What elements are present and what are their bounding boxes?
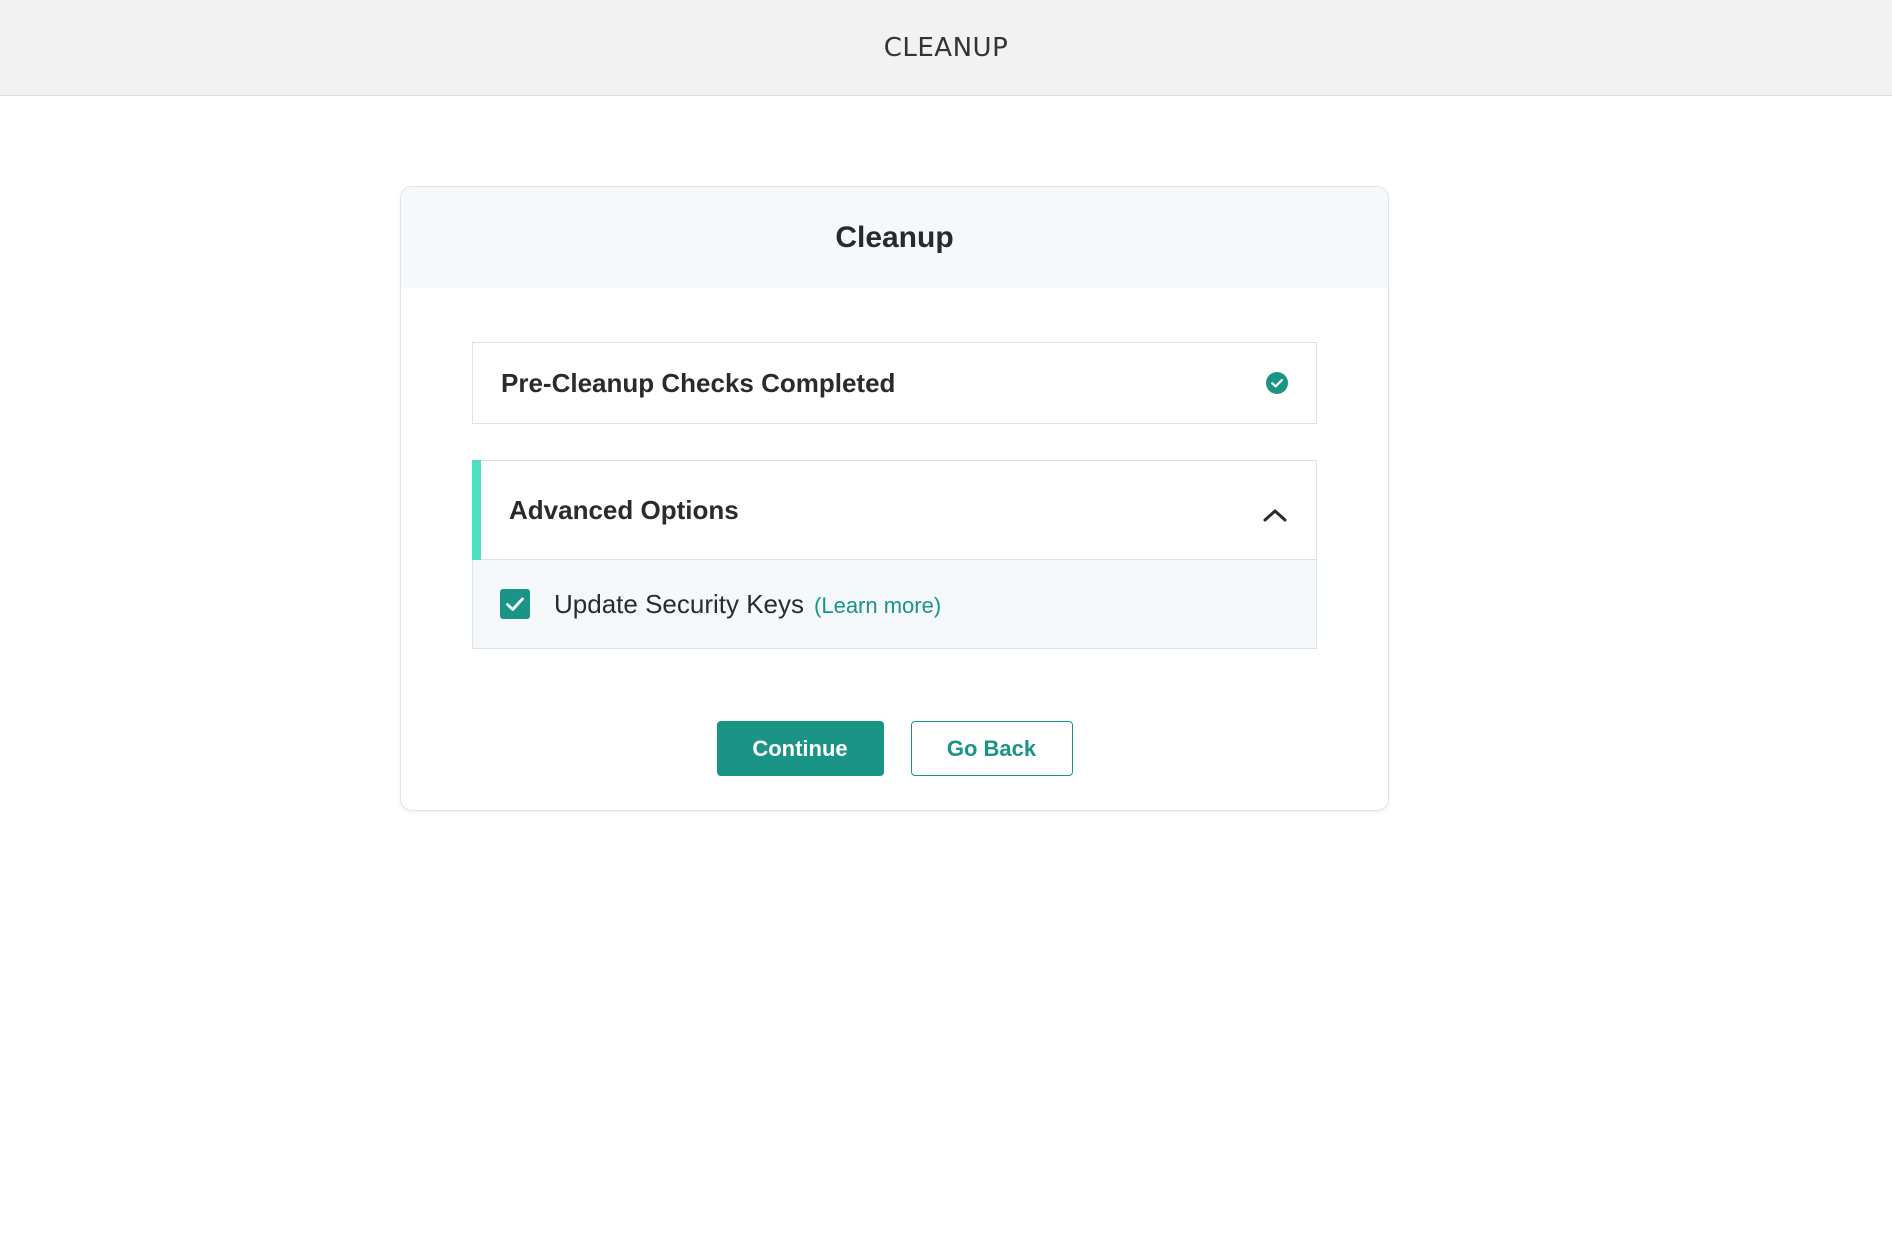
top-bar-title: CLEANUP xyxy=(883,32,1009,63)
card-title: Cleanup xyxy=(835,220,954,254)
chevron-up-icon[interactable] xyxy=(1262,503,1288,529)
learn-more-link[interactable]: (Learn more) xyxy=(814,593,941,619)
advanced-options-label: Advanced Options xyxy=(509,494,739,525)
update-security-keys-checkbox[interactable] xyxy=(500,589,530,619)
card-actions: Continue Go Back xyxy=(401,721,1388,776)
checkmark-icon xyxy=(506,597,524,611)
top-bar: CLEANUP xyxy=(0,0,1892,96)
advanced-options-toggle[interactable]: Advanced Options xyxy=(472,460,1316,560)
update-security-keys-label: Update Security Keys xyxy=(554,588,805,619)
advanced-options-body: Update Security Keys (Learn more) xyxy=(473,560,1316,648)
go-back-button[interactable]: Go Back xyxy=(910,721,1073,776)
pre-cleanup-checks-label: Pre-Cleanup Checks Completed xyxy=(501,367,896,398)
card-header: Cleanup xyxy=(401,187,1388,288)
pre-cleanup-checks-panel: Pre-Cleanup Checks Completed xyxy=(472,342,1317,424)
check-circle-icon xyxy=(1266,372,1288,394)
cleanup-card: Cleanup Pre-Cleanup Checks Completed Adv… xyxy=(400,186,1389,811)
advanced-options-panel: Advanced Options Update Security Keys (L… xyxy=(472,460,1317,649)
accent-bar xyxy=(472,460,481,560)
continue-button[interactable]: Continue xyxy=(716,721,884,776)
